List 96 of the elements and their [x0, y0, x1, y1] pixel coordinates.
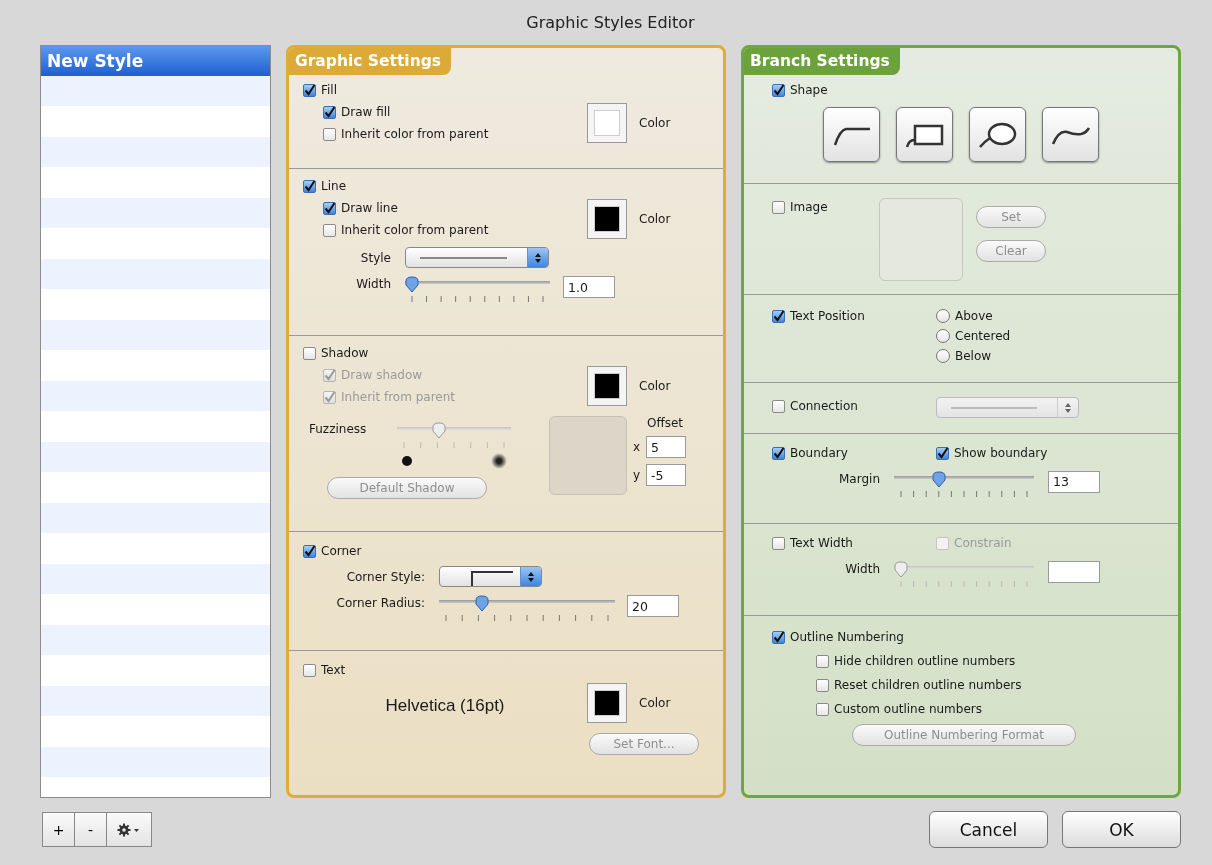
radio-button[interactable]: [936, 329, 950, 343]
offset-x-field[interactable]: 5: [646, 436, 687, 458]
checkbox-label: Hide children outline numbers: [834, 654, 1016, 668]
slider-thumb[interactable]: [474, 595, 489, 612]
checkbox-label: Boundary: [790, 446, 848, 460]
checkbox-label: Show boundary: [954, 446, 1048, 460]
checkbox-label: Draw shadow: [341, 368, 423, 382]
checkbox[interactable]: [303, 663, 316, 677]
margin-label: Margin: [839, 471, 880, 486]
checkbox-label: Fill: [321, 83, 338, 97]
checkbox[interactable]: [816, 654, 829, 668]
dialog-button[interactable]: OK: [1062, 811, 1181, 848]
blurry-dot-icon: [491, 453, 507, 469]
fuzziness-label: Fuzziness: [308, 422, 368, 436]
dialog-button[interactable]: Cancel: [929, 811, 1048, 848]
checkbox-label: Text Width: [790, 536, 853, 550]
checkbox[interactable]: [772, 399, 785, 413]
checkbox[interactable]: [772, 83, 785, 97]
corner-radius-label: Corner Radius:: [336, 596, 425, 610]
checkbox-label: Custom outline numbers: [834, 702, 982, 716]
checkbox-label: Image: [790, 200, 828, 214]
checkbox[interactable]: [303, 83, 316, 97]
width-field[interactable]: [1048, 560, 1100, 583]
checkbox[interactable]: [816, 678, 829, 692]
shape-button[interactable]: [1042, 107, 1099, 162]
list-button[interactable]: +: [43, 813, 75, 846]
radio-label: Above: [955, 309, 993, 323]
checkbox[interactable]: [816, 702, 829, 716]
slider-thumb[interactable]: [931, 470, 946, 488]
offset-y-field[interactable]: -5: [646, 464, 687, 486]
margin-field[interactable]: 13: [1048, 470, 1100, 493]
checkbox-label: Inherit color from parent: [341, 223, 489, 237]
width-label: Width: [845, 561, 880, 576]
style-list-item[interactable]: New Style: [41, 46, 270, 76]
checkbox[interactable]: [772, 200, 785, 214]
checkbox-label: Corner: [321, 544, 362, 558]
corner-style-popup[interactable]: [439, 566, 542, 587]
checkbox-label: Shape: [790, 83, 828, 97]
x-label: x: [633, 440, 641, 454]
checkbox[interactable]: [323, 201, 336, 215]
checkbox-label: Inherit color from parent: [341, 127, 489, 141]
shape-button[interactable]: [823, 107, 880, 162]
radio-label: Centered: [955, 329, 1011, 343]
checkbox[interactable]: [303, 346, 316, 360]
color-label: Color: [639, 379, 671, 393]
checkbox[interactable]: [303, 544, 316, 558]
checkbox-label: Draw fill: [341, 105, 391, 119]
sharp-dot-icon: [401, 455, 413, 467]
gear-menu-button[interactable]: [107, 813, 151, 846]
width-label: Width: [356, 277, 391, 291]
corner-style-label: Corner Style:: [346, 569, 425, 584]
checkbox[interactable]: [323, 127, 336, 141]
shape-button[interactable]: [896, 107, 953, 162]
style-label: Style: [360, 250, 391, 265]
color-well[interactable]: [587, 199, 627, 239]
color-label: Color: [639, 696, 671, 710]
color-label: Color: [639, 212, 671, 226]
checkbox[interactable]: [772, 309, 785, 323]
color-well[interactable]: [587, 103, 627, 143]
checkbox[interactable]: [772, 536, 785, 550]
checkbox[interactable]: [772, 446, 785, 460]
width-field[interactable]: 1.0: [563, 276, 615, 298]
radio-button[interactable]: [936, 349, 950, 363]
offset-label: Offset: [646, 416, 685, 430]
list-button[interactable]: -: [75, 813, 107, 846]
radio-label: Below: [955, 349, 992, 363]
checkbox-label: Line: [321, 179, 346, 193]
gear-icon: [117, 822, 141, 837]
stepper-arrows-icon: [534, 251, 542, 264]
slider-thumb[interactable]: [405, 276, 419, 293]
window-title: Graphic Styles Editor: [526, 13, 695, 32]
font-name: Helvetica (16pt): [385, 696, 505, 716]
checkbox[interactable]: [772, 630, 785, 644]
shape-button[interactable]: [969, 107, 1026, 162]
checkbox-label: Outline Numbering: [790, 630, 904, 644]
y-label: y: [633, 468, 641, 482]
checkbox[interactable]: [323, 223, 336, 237]
checkbox-label: Text: [321, 663, 346, 677]
checkbox[interactable]: [303, 179, 316, 193]
checkbox[interactable]: [936, 446, 949, 460]
corner-radius-field[interactable]: 20: [627, 595, 679, 617]
checkbox-label: Constrain: [954, 536, 1012, 550]
color-label: Color: [639, 116, 671, 130]
color-well[interactable]: [587, 683, 627, 723]
checkbox-label: Inherit from parent: [341, 390, 455, 404]
checkbox-label: Text Position: [790, 309, 865, 323]
stepper-arrows-icon: [527, 570, 535, 583]
line-style-popup[interactable]: [405, 247, 549, 268]
checkbox[interactable]: [323, 105, 336, 119]
checkbox-label: Draw line: [341, 201, 398, 215]
checkbox-label: Shadow: [321, 346, 369, 360]
color-well[interactable]: [587, 366, 627, 406]
stepper-arrows-icon: [1064, 401, 1072, 414]
radio-button[interactable]: [936, 309, 950, 323]
checkbox-label: Reset children outline numbers: [834, 678, 1022, 692]
checkbox-label: Connection: [790, 399, 858, 414]
